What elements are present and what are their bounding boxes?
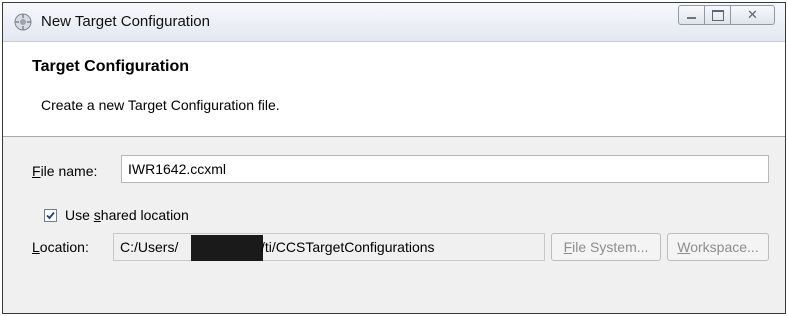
file-name-input[interactable]: IWR1642.ccxml (121, 155, 769, 183)
workspace-button[interactable]: Workspace... (667, 233, 769, 261)
close-button[interactable]: ✕ (731, 5, 775, 25)
close-icon: ✕ (747, 7, 758, 22)
location-value-prefix: C:/Users/ (120, 239, 179, 255)
minimize-icon (687, 17, 696, 19)
dialog-window: New Target Configuration ✕ Target Config… (2, 2, 786, 314)
page-title: Target Configuration (32, 58, 190, 75)
maximize-icon (712, 10, 724, 21)
app-icon (13, 12, 33, 32)
file-system-button[interactable]: File System... (551, 233, 661, 261)
window-controls: ✕ (678, 5, 775, 25)
redaction-block (191, 235, 263, 261)
page-description: Create a new Target Configuration file. (41, 97, 280, 113)
checkmark-icon (46, 211, 55, 220)
use-shared-location-label[interactable]: Use shared location (65, 207, 189, 223)
minimize-button[interactable] (678, 5, 705, 25)
title-bar[interactable]: New Target Configuration ✕ (3, 3, 785, 42)
use-shared-location-checkbox[interactable] (44, 209, 57, 222)
maximize-button[interactable] (705, 5, 731, 25)
location-value-suffix: /ti/CCSTargetConfigurations (261, 239, 435, 255)
location-label: Location: (32, 239, 89, 255)
file-name-label: File name: (32, 163, 98, 179)
window-title: New Target Configuration (41, 13, 210, 30)
wizard-header: Target Configuration Create a new Target… (3, 42, 785, 137)
file-name-value: IWR1642.ccxml (128, 161, 227, 177)
